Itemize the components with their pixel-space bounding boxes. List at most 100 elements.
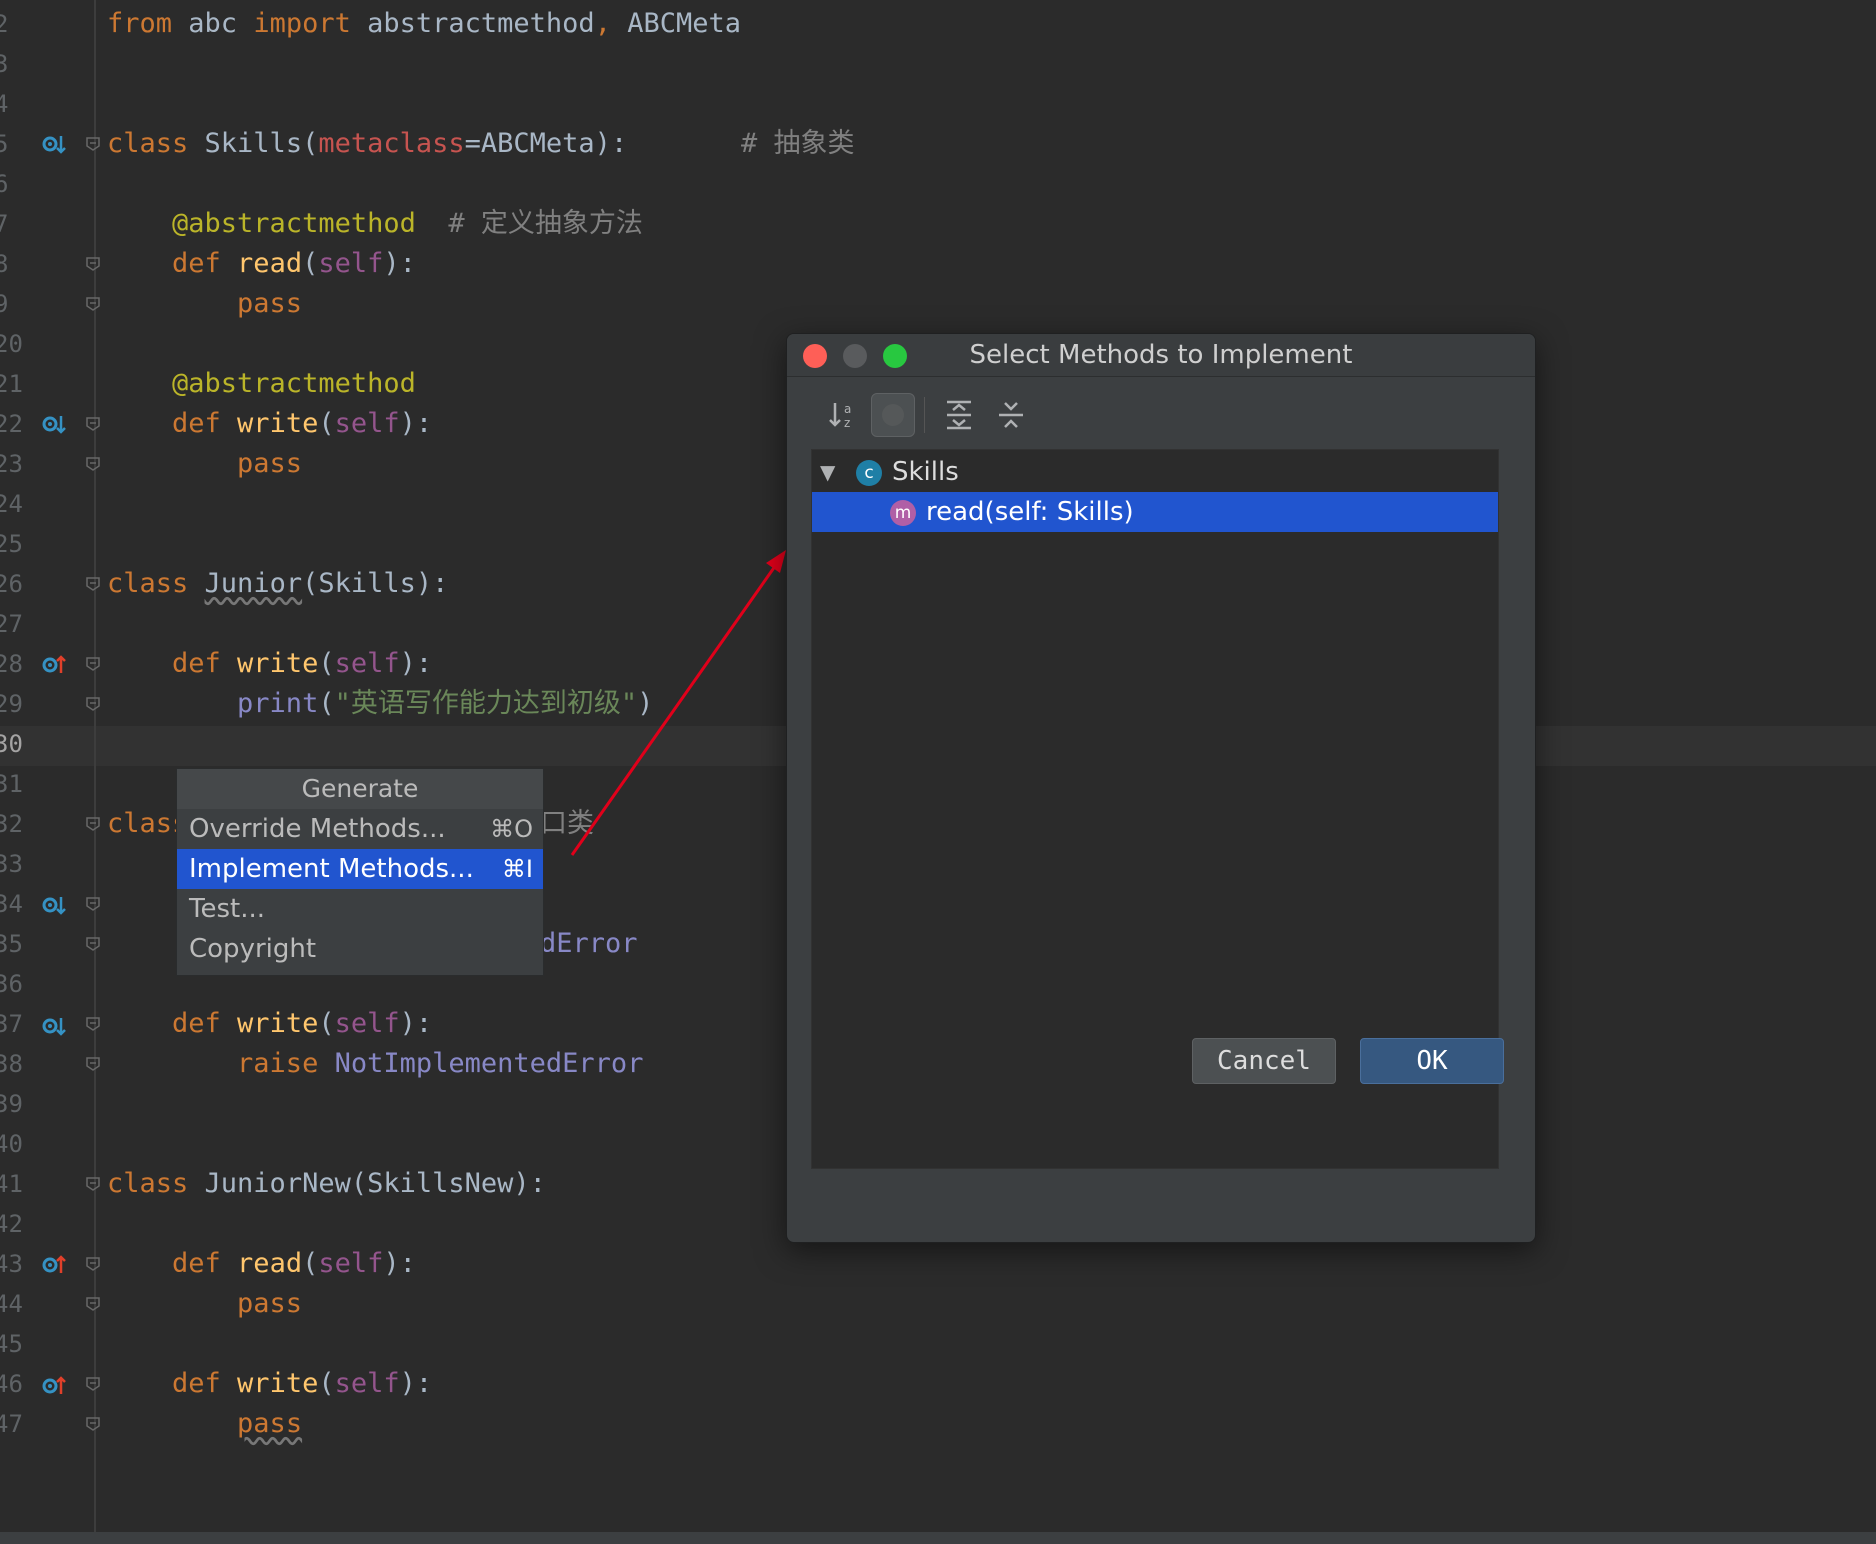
keyword: def: [107, 1368, 221, 1399]
code-line-15: class Skills(metaclass=ABCMeta): # 抽象类: [107, 124, 855, 164]
menu-item-implement-methods[interactable]: Implement Methods... ⌘I: [177, 849, 543, 889]
line-number: 9: [0, 290, 9, 318]
line-number: 32: [0, 810, 23, 838]
code-line-12: from abc import abstractmethod, ABCMeta: [107, 4, 741, 44]
identifier: (Skills):: [302, 568, 449, 599]
dialog-toolbar: az: [787, 377, 1535, 447]
punct: (: [318, 408, 335, 439]
fold-toggle-icon[interactable]: [86, 817, 100, 831]
punct: (: [318, 648, 335, 679]
code-line-37: def write(self):: [107, 1004, 432, 1044]
code-line-32-tail: 口类: [540, 808, 594, 839]
fold-toggle-icon[interactable]: [86, 657, 100, 671]
fold-toggle-icon[interactable]: [86, 1257, 100, 1271]
line-number: 42: [0, 1210, 23, 1238]
class-badge-icon: c: [856, 460, 882, 486]
keyword: pass: [107, 288, 303, 319]
fold-toggle-icon[interactable]: [86, 1297, 100, 1311]
menu-item-override-methods[interactable]: Override Methods... ⌘O: [177, 809, 543, 849]
cancel-button[interactable]: Cancel: [1192, 1038, 1336, 1084]
fold-toggle-icon[interactable]: [86, 937, 100, 951]
tree-node-method-read[interactable]: m read(self: Skills): [812, 492, 1498, 532]
tree-node-label: read(self: Skills): [926, 497, 1134, 527]
punct: (: [302, 1248, 319, 1279]
line-number: 37: [0, 1010, 23, 1038]
tree-node-class-skills[interactable]: ▼ c Skills: [812, 452, 1498, 492]
line-number: 33: [0, 850, 23, 878]
implemented-down-icon[interactable]: [40, 410, 68, 438]
implemented-down-icon[interactable]: [40, 130, 68, 158]
expand-all-icon[interactable]: [939, 395, 979, 435]
function-name: read: [220, 248, 303, 279]
comment: # 定义抽象方法: [415, 208, 643, 239]
fold-toggle-icon[interactable]: [86, 257, 100, 271]
line-number: 8: [0, 250, 9, 278]
code-line-35-tail: dError: [540, 928, 638, 959]
identifier: ABCMeta: [610, 8, 742, 39]
implemented-down-icon[interactable]: [40, 891, 68, 919]
line-number: 28: [0, 650, 23, 678]
fold-toggle-icon[interactable]: [86, 1417, 100, 1431]
code-line-47: pass: [107, 1404, 302, 1444]
implements-up-icon[interactable]: [40, 1372, 68, 1400]
svg-text:a: a: [844, 402, 851, 416]
triangle-down-icon[interactable]: ▼: [820, 452, 835, 492]
menu-item-label: Override Methods...: [189, 814, 446, 844]
punct: (: [302, 248, 319, 279]
menu-item-test[interactable]: Test...: [177, 889, 543, 929]
sort-alphabetically-icon[interactable]: az: [825, 395, 865, 435]
implements-up-icon[interactable]: [40, 651, 68, 679]
menu-item-label: Copyright: [189, 934, 317, 964]
line-number: 40: [0, 1130, 23, 1158]
fold-toggle-icon[interactable]: [86, 1017, 100, 1031]
fold-toggle-icon[interactable]: [86, 417, 100, 431]
fold-toggle-icon[interactable]: [86, 1057, 100, 1071]
function-name: write: [220, 1368, 319, 1399]
function-name: write: [220, 1008, 319, 1039]
keyword: def: [107, 1008, 221, 1039]
line-number: 25: [0, 530, 23, 558]
dialog-title: Select Methods to Implement: [969, 340, 1353, 370]
fold-toggle-icon[interactable]: [86, 897, 100, 911]
line-number: 47: [0, 1410, 23, 1438]
fold-toggle-icon[interactable]: [86, 297, 100, 311]
fold-toggle-icon[interactable]: [86, 457, 100, 471]
line-number: 21: [0, 370, 23, 398]
keyword: class: [107, 1168, 189, 1199]
code-line-26: class Junior(Skills):: [107, 564, 448, 604]
show-classes-toggle-icon[interactable]: [871, 393, 915, 437]
function-name: write: [220, 648, 319, 679]
implements-up-icon[interactable]: [40, 1251, 68, 1279]
module: abc: [172, 8, 254, 39]
fold-toggle-icon[interactable]: [86, 137, 100, 151]
self-param: self: [318, 1248, 384, 1279]
collapse-all-icon[interactable]: [991, 395, 1031, 435]
punct: (: [318, 1368, 335, 1399]
line-number: 35: [0, 930, 23, 958]
string: "英语写作能力达到初级": [334, 688, 638, 719]
ok-button[interactable]: OK: [1360, 1038, 1504, 1084]
line-number: 29: [0, 690, 23, 718]
punct: ):: [399, 408, 433, 439]
fold-toggle-icon[interactable]: [86, 577, 100, 591]
punct: ): [637, 688, 654, 719]
line-number: 4: [0, 90, 9, 118]
tree-node-label: Skills: [892, 457, 959, 487]
self-param: self: [334, 1368, 400, 1399]
fold-toggle-icon[interactable]: [86, 697, 100, 711]
keyword: class: [107, 128, 189, 159]
keyword: from: [107, 8, 173, 39]
self-param: self: [318, 248, 384, 279]
fold-toggle-icon[interactable]: [86, 1377, 100, 1391]
fold-toggle-icon[interactable]: [86, 1177, 100, 1191]
line-number: 26: [0, 570, 23, 598]
punct: ):: [383, 248, 416, 279]
class-name: JuniorNew(SkillsNew):: [188, 1168, 546, 1199]
implemented-down-icon[interactable]: [40, 1012, 68, 1040]
line-number: 2: [0, 10, 9, 38]
popup-title: Generate: [177, 769, 543, 809]
line-number: 44: [0, 1290, 23, 1318]
dialog-titlebar[interactable]: Select Methods to Implement: [787, 334, 1535, 377]
menu-item-copyright[interactable]: Copyright: [177, 929, 543, 969]
